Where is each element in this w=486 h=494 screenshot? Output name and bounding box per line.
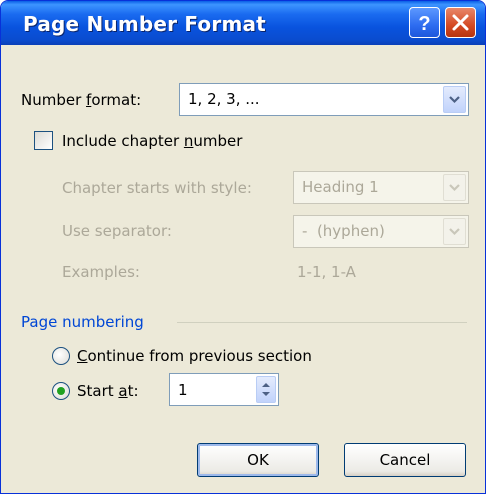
- continue-label: Continue from previous section: [77, 347, 312, 365]
- chevron-down-icon[interactable]: [443, 86, 466, 113]
- spin-down-icon: [262, 392, 270, 396]
- separator-value: - (hyphen): [302, 222, 385, 240]
- continue-radio[interactable]: [52, 347, 70, 365]
- radio-selected-dot: [57, 387, 65, 395]
- title-bar[interactable]: Page Number Format ?: [1, 1, 485, 45]
- help-icon: ?: [418, 13, 430, 35]
- svg-text:?: ?: [418, 13, 430, 35]
- dialog-body: Number format: 1, 2, 3, ... Include chap…: [1, 45, 485, 493]
- include-chapter-label: Include chapter number: [62, 132, 243, 150]
- chevron-down-icon: [443, 174, 466, 201]
- chevron-down-icon: [443, 218, 466, 245]
- spin-buttons[interactable]: [256, 376, 276, 403]
- examples-label: Examples:: [62, 263, 140, 281]
- separator-dropdown[interactable]: - (hyphen): [293, 215, 469, 248]
- page-numbering-group-label: Page numbering: [21, 313, 144, 331]
- dialog-title: Page Number Format: [23, 12, 266, 36]
- chapter-style-dropdown[interactable]: Heading 1: [293, 171, 469, 204]
- close-button[interactable]: [445, 7, 476, 38]
- chapter-style-label: Chapter starts with style:: [62, 179, 252, 197]
- separator-label: Use separator:: [62, 222, 172, 240]
- examples-value: 1-1, 1-A: [297, 263, 356, 281]
- page-number-format-dialog: Page Number Format ? Number format: 1, 2…: [0, 0, 486, 494]
- include-chapter-checkbox[interactable]: [34, 131, 53, 150]
- number-format-dropdown[interactable]: 1, 2, 3, ...: [179, 83, 469, 116]
- cancel-button[interactable]: Cancel: [344, 443, 466, 477]
- ok-button[interactable]: OK: [197, 443, 319, 477]
- help-button[interactable]: ?: [409, 7, 440, 38]
- group-divider: [177, 322, 467, 323]
- close-icon: [452, 14, 469, 31]
- spin-up-icon: [262, 383, 270, 387]
- start-at-spinner[interactable]: 1: [169, 373, 279, 406]
- start-at-value[interactable]: 1: [178, 381, 188, 399]
- start-at-label: Start at:: [77, 382, 139, 400]
- number-format-value: 1, 2, 3, ...: [188, 90, 260, 108]
- chapter-style-value: Heading 1: [302, 178, 379, 196]
- start-at-radio[interactable]: [52, 382, 70, 400]
- number-format-label: Number format:: [21, 91, 142, 109]
